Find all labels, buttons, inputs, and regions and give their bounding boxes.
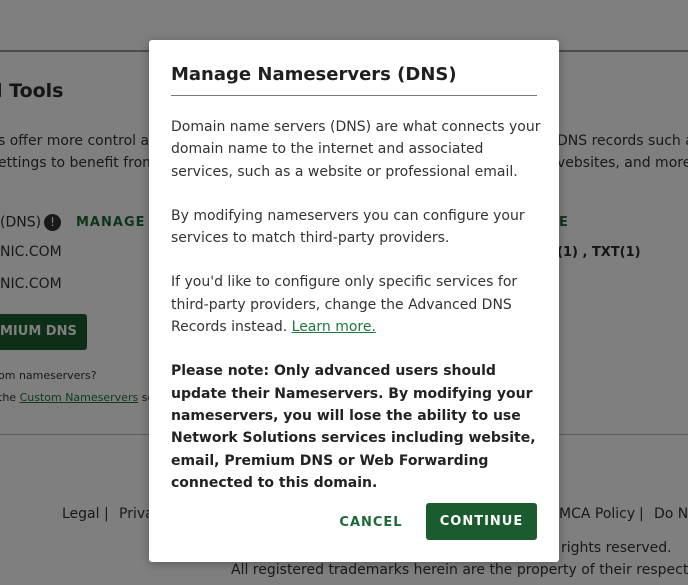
manage-nameservers-dialog: Manage Nameservers (DNS) Domain name ser… [149,40,559,562]
nameserver-explanation: By modifying nameservers you can configu… [171,207,525,247]
title-divider [171,95,537,96]
dns-explanation: Domain name servers (DNS) are what conne… [171,119,541,180]
cancel-button[interactable]: CANCEL [327,504,415,540]
advanced-dns-explanation: If you'd like to configure only specific… [171,274,518,336]
continue-button[interactable]: CONTINUE [426,503,537,540]
dialog-body: Domain name servers (DNS) are what conne… [171,116,541,494]
learn-more-link[interactable]: Learn more. [292,319,376,335]
warning-note: Please note: Only advanced users should … [171,363,536,491]
dialog-title: Manage Nameservers (DNS) [171,64,457,85]
